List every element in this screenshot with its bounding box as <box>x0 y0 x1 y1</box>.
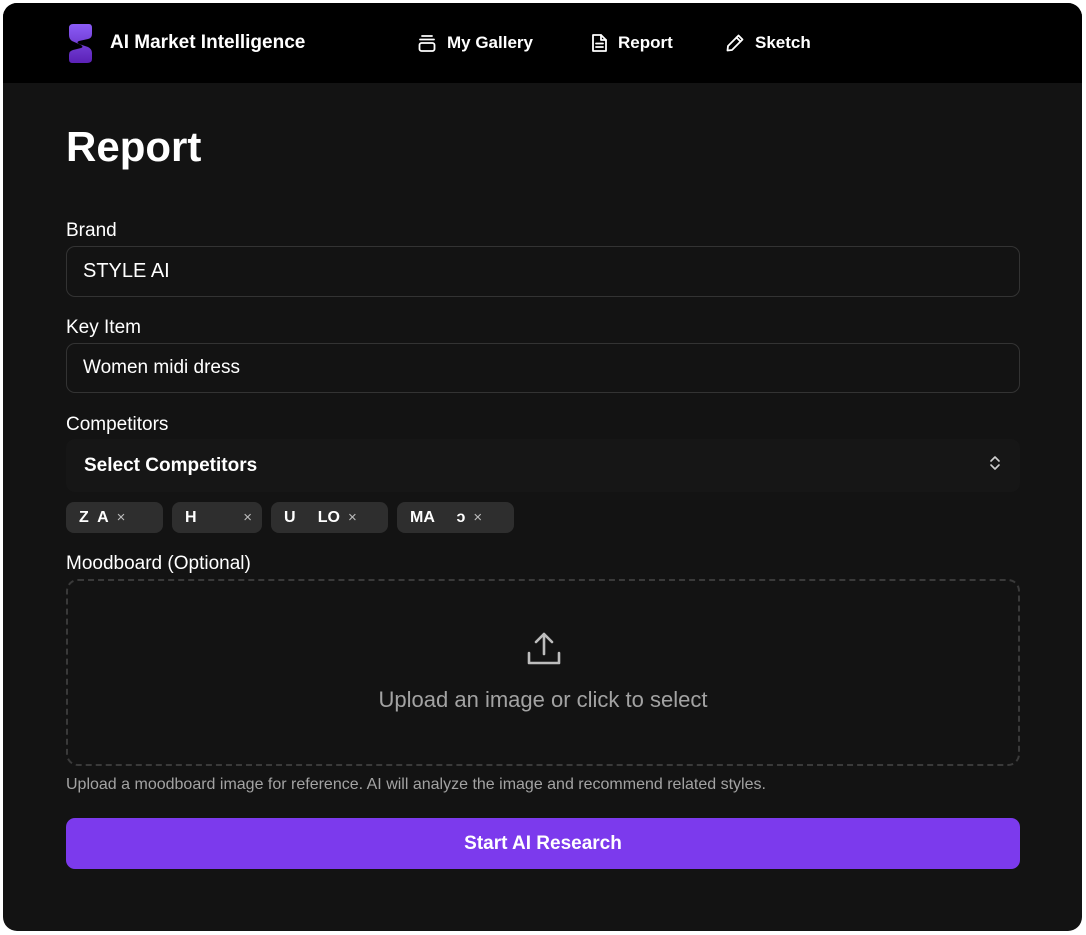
nav-my-gallery[interactable]: My Gallery <box>417 29 533 57</box>
competitor-chip-label: MA ɔ <box>410 508 466 526</box>
moodboard-label: Moodboard (Optional) <box>66 553 251 574</box>
stack-icon <box>417 33 437 53</box>
remove-chip-close-icon[interactable]: × <box>473 510 482 525</box>
brand-label: Brand <box>66 220 117 241</box>
key-item-label: Key Item <box>66 317 141 338</box>
competitor-chip-label: U LO <box>284 508 340 526</box>
competitor-chip: Z A × <box>66 502 163 533</box>
app-window: AI Market Intelligence My Gallery Report… <box>3 3 1082 931</box>
start-ai-research-button[interactable]: Start AI Research <box>66 818 1020 869</box>
competitors-label: Competitors <box>66 414 169 435</box>
nav-sketch-label: Sketch <box>755 33 811 52</box>
brand-input[interactable] <box>66 246 1020 297</box>
competitors-select-placeholder: Select Competitors <box>84 454 258 476</box>
competitors-select[interactable]: Select Competitors <box>66 439 1020 492</box>
nav-report[interactable]: Report <box>590 29 673 57</box>
competitor-chip: U LO × <box>271 502 388 533</box>
competitor-chip-label: Z A <box>79 508 109 526</box>
document-icon <box>590 33 608 53</box>
dropzone-text: Upload an image or click to select <box>378 687 708 712</box>
competitor-chip-label: H <box>185 508 219 526</box>
chevron-up-down-icon <box>988 453 1002 478</box>
page-title: Report <box>66 123 202 170</box>
upload-icon <box>524 629 564 674</box>
nav-report-label: Report <box>618 33 673 52</box>
app-title: AI Market Intelligence <box>110 32 306 53</box>
nav-my-gallery-label: My Gallery <box>447 33 533 52</box>
selected-competitors: Z A × H × U LO × MA ɔ × <box>66 502 514 533</box>
moodboard-dropzone[interactable]: Upload an image or click to select <box>66 579 1020 766</box>
moodboard-hint: Upload a moodboard image for reference. … <box>66 776 766 793</box>
competitor-chip: MA ɔ × <box>397 502 514 533</box>
remove-chip-close-icon[interactable]: × <box>117 510 126 525</box>
competitor-chip: H × <box>172 502 262 533</box>
remove-chip-close-icon[interactable]: × <box>243 510 252 525</box>
remove-chip-close-icon[interactable]: × <box>348 510 357 525</box>
brand-s-logo-icon[interactable] <box>67 22 93 64</box>
nav-sketch[interactable]: Sketch <box>725 29 811 57</box>
key-item-input[interactable] <box>66 343 1020 393</box>
top-navigation-bar: AI Market Intelligence My Gallery Report… <box>3 3 1082 83</box>
pencil-icon <box>725 33 745 53</box>
